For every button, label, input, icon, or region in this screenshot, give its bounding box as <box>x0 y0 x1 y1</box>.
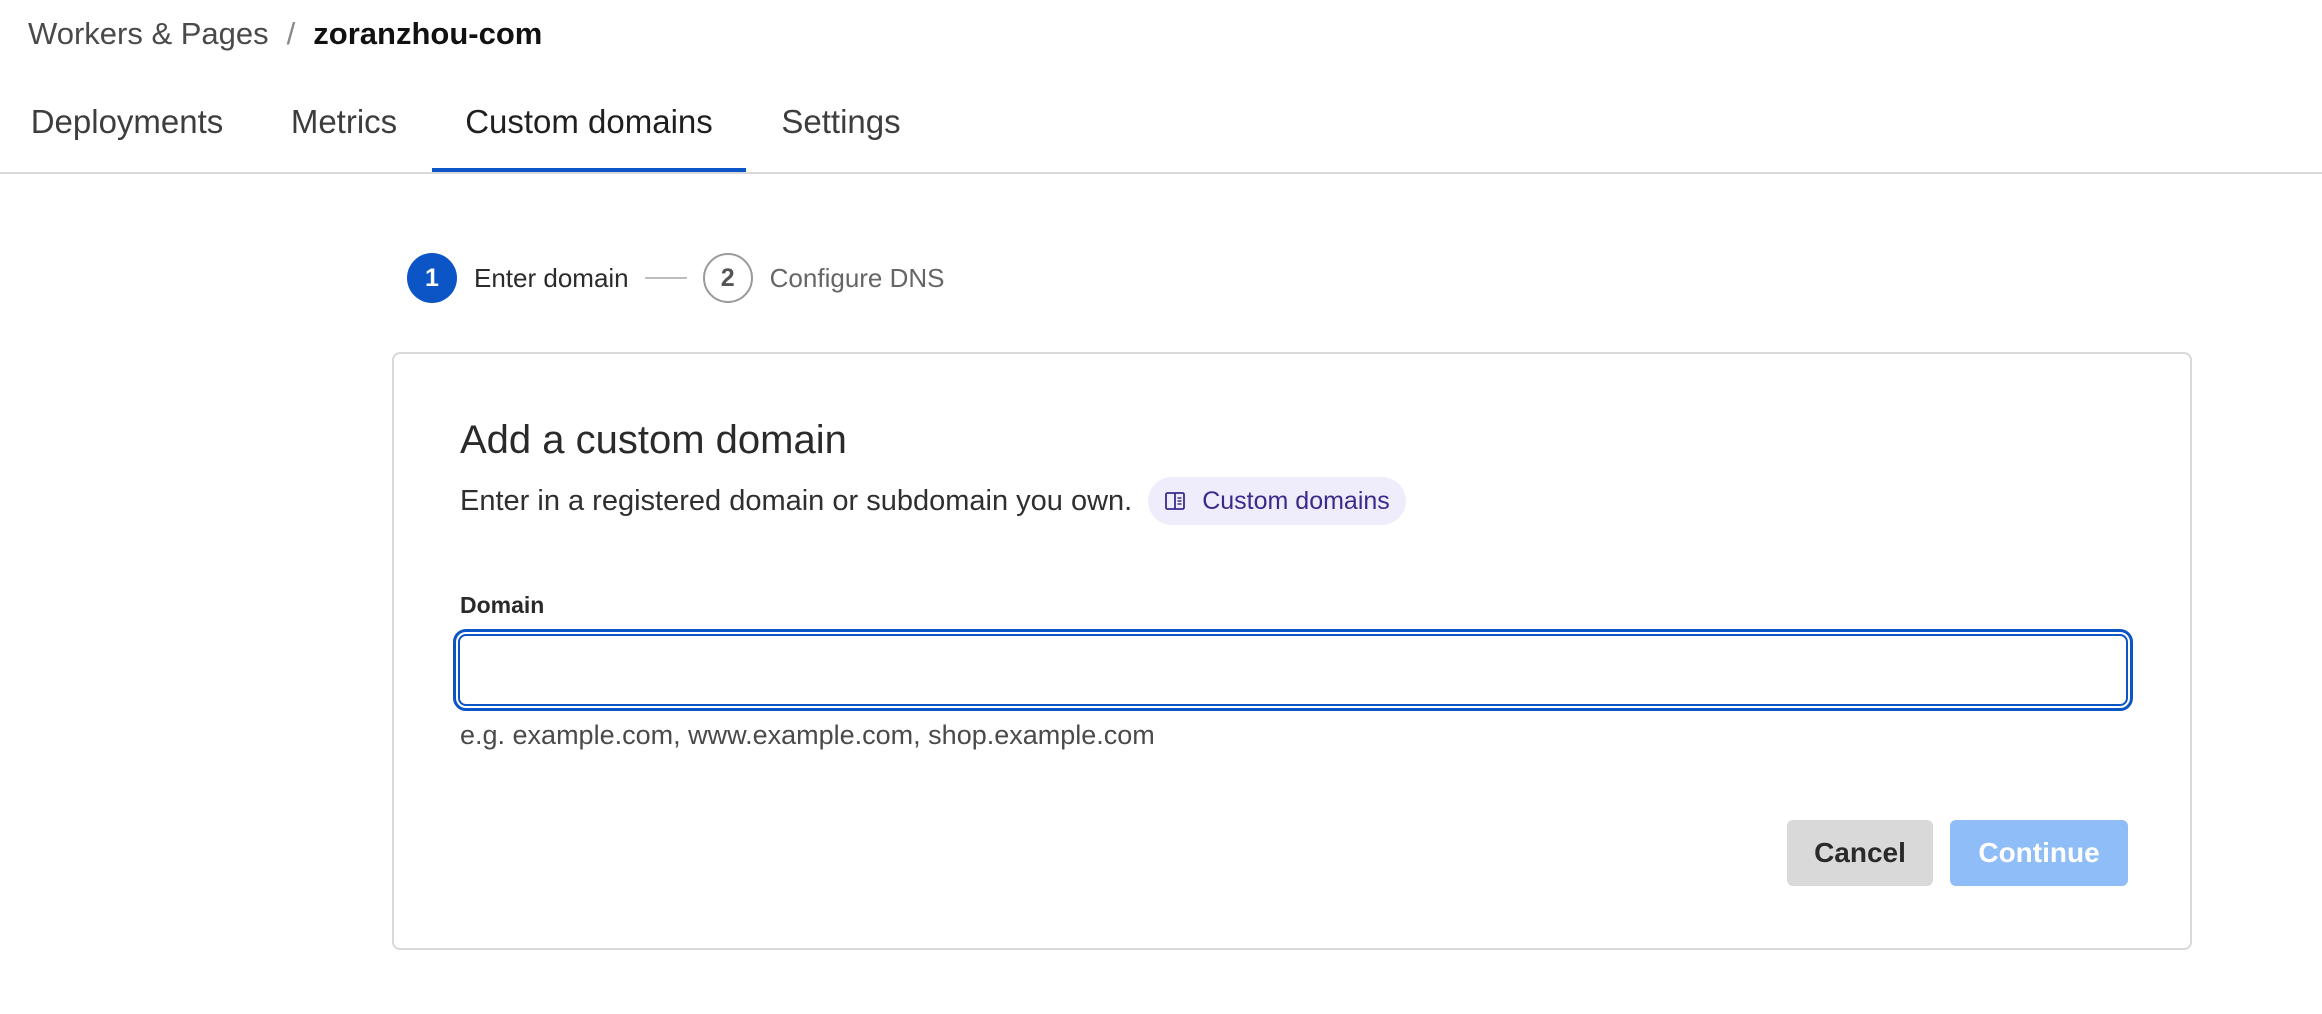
custom-domains-doc-link[interactable]: Custom domains <box>1148 477 1406 525</box>
card-title: Add a custom domain <box>460 418 847 462</box>
step-1-label: Enter domain <box>474 262 629 293</box>
book-icon <box>1165 492 1186 510</box>
domain-input[interactable] <box>453 629 2133 711</box>
step-2-indicator: 2 <box>702 253 753 303</box>
custom-domains-doc-label: Custom domains <box>1202 486 1390 515</box>
breadcrumb-current-project: zoranzhou-com <box>313 16 543 51</box>
stepper: 1 Enter domain 2 Configure DNS <box>407 252 945 304</box>
tab-bar: Deployments Metrics Custom domains Setti… <box>0 88 2322 174</box>
cancel-button[interactable]: Cancel <box>1787 820 1933 886</box>
step-2-label: Configure DNS <box>769 262 945 293</box>
tab-deployments[interactable]: Deployments <box>28 88 226 172</box>
step-connector <box>644 277 687 279</box>
step-1-indicator: 1 <box>407 253 457 303</box>
breadcrumb: Workers & Pages / zoranzhou-com <box>28 14 542 54</box>
continue-button[interactable]: Continue <box>1950 820 2128 886</box>
add-domain-card: Add a custom domain Enter in a registere… <box>392 352 2192 950</box>
breadcrumb-workers-pages-link[interactable]: Workers & Pages <box>28 16 269 52</box>
card-description: Enter in a registered domain or subdomai… <box>460 484 1133 517</box>
breadcrumb-separator: / <box>286 16 296 51</box>
tab-metrics[interactable]: Metrics <box>288 88 400 172</box>
domain-field-label: Domain <box>460 592 545 618</box>
tab-settings[interactable]: Settings <box>778 88 904 172</box>
tab-custom-domains[interactable]: Custom domains <box>432 88 746 172</box>
card-description-row: Enter in a registered domain or subdomai… <box>460 476 1406 526</box>
domain-field-hint: e.g. example.com, www.example.com, shop.… <box>460 720 1155 750</box>
